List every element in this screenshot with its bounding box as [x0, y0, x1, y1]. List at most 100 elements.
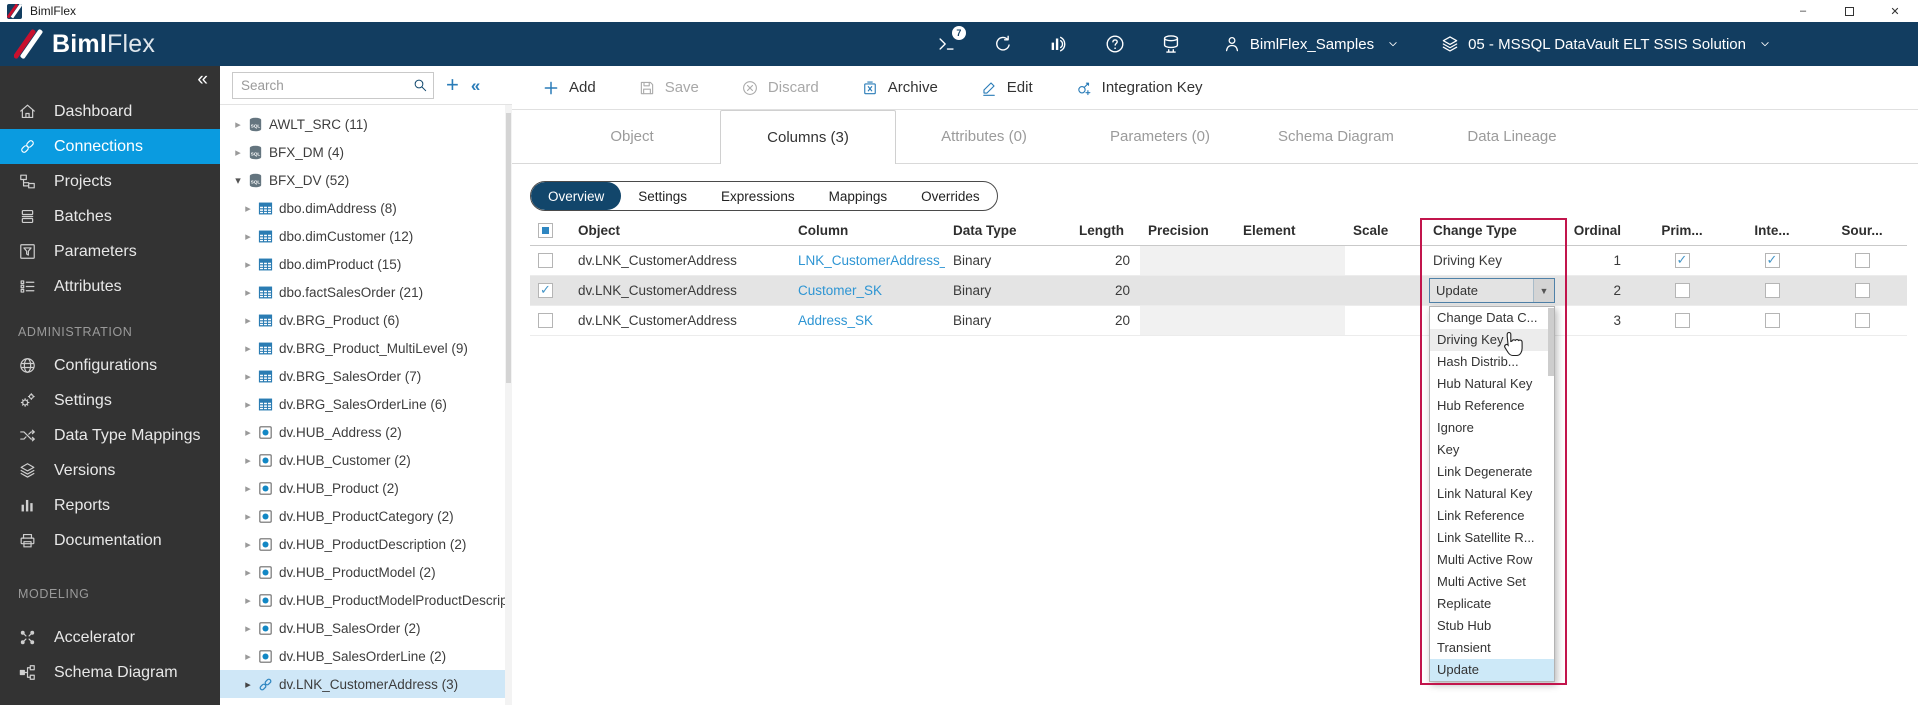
solution-menu[interactable]: 05 - MSSQL DataVault ELT SSIS Solution: [1440, 34, 1772, 54]
dropdown-option[interactable]: Change Data C...: [1430, 307, 1554, 329]
dropdown-option[interactable]: Ignore: [1430, 417, 1554, 439]
chevron-collapsed-icon[interactable]: ▸: [242, 370, 254, 383]
sidebar-item-batches[interactable]: Batches: [0, 199, 220, 234]
tree-scrollbar[interactable]: [505, 105, 512, 705]
tab-parameters-0-[interactable]: Parameters (0): [1072, 110, 1248, 163]
account-menu[interactable]: BimlFlex_Samples: [1222, 34, 1400, 54]
edit-button[interactable]: Edit: [980, 79, 1033, 97]
prim-checkbox[interactable]: [1674, 313, 1690, 328]
dropdown-option[interactable]: Hub Reference: [1430, 395, 1554, 417]
inte-checkbox[interactable]: [1764, 283, 1780, 298]
tree-item[interactable]: ▸ dv.BRG_Product_MultiLevel (9): [220, 334, 505, 362]
search-icon[interactable]: [412, 77, 428, 93]
table-row[interactable]: dv.LNK_CustomerAddress Customer_SK Binary 2…: [530, 276, 1907, 306]
sidebar-item-connections[interactable]: Connections: [0, 129, 220, 164]
dropdown-option[interactable]: Driving Key: [1430, 329, 1554, 351]
tree-item[interactable]: ▸ dv.HUB_SalesOrder (2): [220, 614, 505, 642]
tab-columns-3-[interactable]: Columns (3): [720, 110, 896, 164]
chevron-collapsed-icon[interactable]: ▸: [242, 398, 254, 411]
brand-logo[interactable]: BimlFlex: [14, 29, 155, 59]
chevron-expanded-icon[interactable]: ▾: [232, 174, 244, 187]
tree-item[interactable]: ▸ SQL AWLT_SRC (11): [220, 110, 505, 138]
chevron-collapsed-icon[interactable]: ▸: [242, 678, 254, 691]
add-button[interactable]: Add: [542, 79, 596, 97]
chevron-collapsed-icon[interactable]: ▸: [242, 650, 254, 663]
discard-button[interactable]: Discard: [741, 79, 819, 97]
minimize-button[interactable]: –: [1780, 0, 1826, 22]
tree-item[interactable]: ▸ SQL BFX_DM (4): [220, 138, 505, 166]
chevron-collapsed-icon[interactable]: ▸: [242, 482, 254, 495]
subtab-mappings[interactable]: Mappings: [812, 182, 905, 210]
sidebar-item-projects[interactable]: Projects: [0, 164, 220, 199]
tree-item[interactable]: ▸ dv.HUB_ProductModelProductDescript...: [220, 586, 505, 614]
chevron-collapsed-icon[interactable]: ▸: [232, 146, 244, 159]
tree-item[interactable]: ▸ dv.HUB_ProductDescription (2): [220, 530, 505, 558]
chevron-collapsed-icon[interactable]: ▸: [242, 286, 254, 299]
row-checkbox[interactable]: [538, 313, 553, 328]
sidebar-item-data-type-mappings[interactable]: Data Type Mappings: [0, 418, 220, 453]
row-checkbox[interactable]: [538, 282, 553, 298]
tree-item[interactable]: ▸ dv.HUB_ProductModel (2): [220, 558, 505, 586]
tree-item[interactable]: ▸ dv.BRG_SalesOrderLine (6): [220, 390, 505, 418]
tab-attributes-0-[interactable]: Attributes (0): [896, 110, 1072, 163]
dropdown-option[interactable]: Replicate: [1430, 593, 1554, 615]
integration-key-button[interactable]: Integration Key: [1075, 79, 1203, 97]
sidebar-item-versions[interactable]: Versions: [0, 453, 220, 488]
column-name-link[interactable]: Address_SK: [798, 313, 873, 328]
search-input[interactable]: [232, 71, 434, 99]
inte-checkbox[interactable]: [1764, 313, 1780, 328]
tab-object[interactable]: Object: [544, 110, 720, 163]
tree-item[interactable]: ▸ dv.HUB_Address (2): [220, 418, 505, 446]
tree-scrollbar-thumb[interactable]: [506, 113, 511, 383]
subtab-overview[interactable]: Overview: [531, 182, 622, 210]
sidebar-item-configurations[interactable]: Configurations: [0, 348, 220, 383]
tree-item[interactable]: ▸ dv.HUB_ProductCategory (2): [220, 502, 505, 530]
tree-collapse-button[interactable]: «: [471, 77, 480, 94]
dropdown-scrollbar-thumb[interactable]: [1548, 308, 1554, 376]
chevron-collapsed-icon[interactable]: ▸: [242, 314, 254, 327]
tree-item[interactable]: ▸ dbo.dimCustomer (12): [220, 222, 505, 250]
archive-button[interactable]: Archive: [861, 79, 938, 97]
tree-item[interactable]: ▸ dv.BRG_SalesOrder (7): [220, 362, 505, 390]
sidebar-item-reports[interactable]: Reports: [0, 488, 220, 523]
chevron-collapsed-icon[interactable]: ▸: [242, 510, 254, 523]
tree-item[interactable]: ▸ dbo.dimAddress (8): [220, 194, 505, 222]
tree-item[interactable]: ▸ dv.HUB_Customer (2): [220, 446, 505, 474]
dropdown-option[interactable]: Multi Active Row: [1430, 549, 1554, 571]
dropdown-option[interactable]: Transient: [1430, 637, 1554, 659]
dropdown-option[interactable]: Link Reference: [1430, 505, 1554, 527]
refresh-icon[interactable]: [992, 33, 1014, 55]
dropdown-option[interactable]: Hub Natural Key: [1430, 373, 1554, 395]
database-icon[interactable]: [1160, 33, 1182, 55]
sidebar-item-parameters[interactable]: Parameters: [0, 234, 220, 269]
sidebar-item-settings[interactable]: Settings: [0, 383, 220, 418]
combobox-arrow-icon[interactable]: ▼: [1533, 279, 1554, 302]
table-row[interactable]: dv.LNK_CustomerAddress LNK_CustomerAddres…: [530, 246, 1907, 276]
select-all-checkbox[interactable]: [538, 223, 553, 238]
column-name-link[interactable]: LNK_CustomerAddress_SK: [798, 253, 945, 268]
tab-data-lineage[interactable]: Data Lineage: [1424, 110, 1600, 163]
tree-item[interactable]: ▾ SQL BFX_DV (52): [220, 166, 505, 194]
tree-item[interactable]: ▸ dv.HUB_Product (2): [220, 474, 505, 502]
tree-item[interactable]: ▸ dbo.dimProduct (15): [220, 250, 505, 278]
sour-checkbox[interactable]: [1854, 253, 1870, 268]
chevron-collapsed-icon[interactable]: ▸: [242, 454, 254, 467]
sidebar-collapse-icon[interactable]: «: [197, 70, 208, 89]
chevron-collapsed-icon[interactable]: ▸: [242, 202, 254, 215]
row-checkbox[interactable]: [538, 253, 553, 268]
chevron-collapsed-icon[interactable]: ▸: [242, 426, 254, 439]
inte-checkbox[interactable]: [1764, 252, 1780, 268]
subtab-overrides[interactable]: Overrides: [904, 182, 997, 210]
chevron-collapsed-icon[interactable]: ▸: [242, 342, 254, 355]
tab-schema-diagram[interactable]: Schema Diagram: [1248, 110, 1424, 163]
sidebar-item-dashboard[interactable]: Dashboard: [0, 94, 220, 129]
tree-add-button[interactable]: +: [446, 74, 459, 96]
dropdown-option[interactable]: Link Natural Key: [1430, 483, 1554, 505]
help-icon[interactable]: [1104, 33, 1126, 55]
sour-checkbox[interactable]: [1854, 313, 1870, 328]
table-row[interactable]: dv.LNK_CustomerAddress Address_SK Binary 20…: [530, 306, 1907, 336]
prim-checkbox[interactable]: [1674, 252, 1690, 268]
maximize-button[interactable]: [1826, 0, 1872, 22]
dropdown-option[interactable]: Multi Active Set: [1430, 571, 1554, 593]
tree-item[interactable]: ▸ dv.LNK_CustomerAddress (3): [220, 670, 505, 698]
